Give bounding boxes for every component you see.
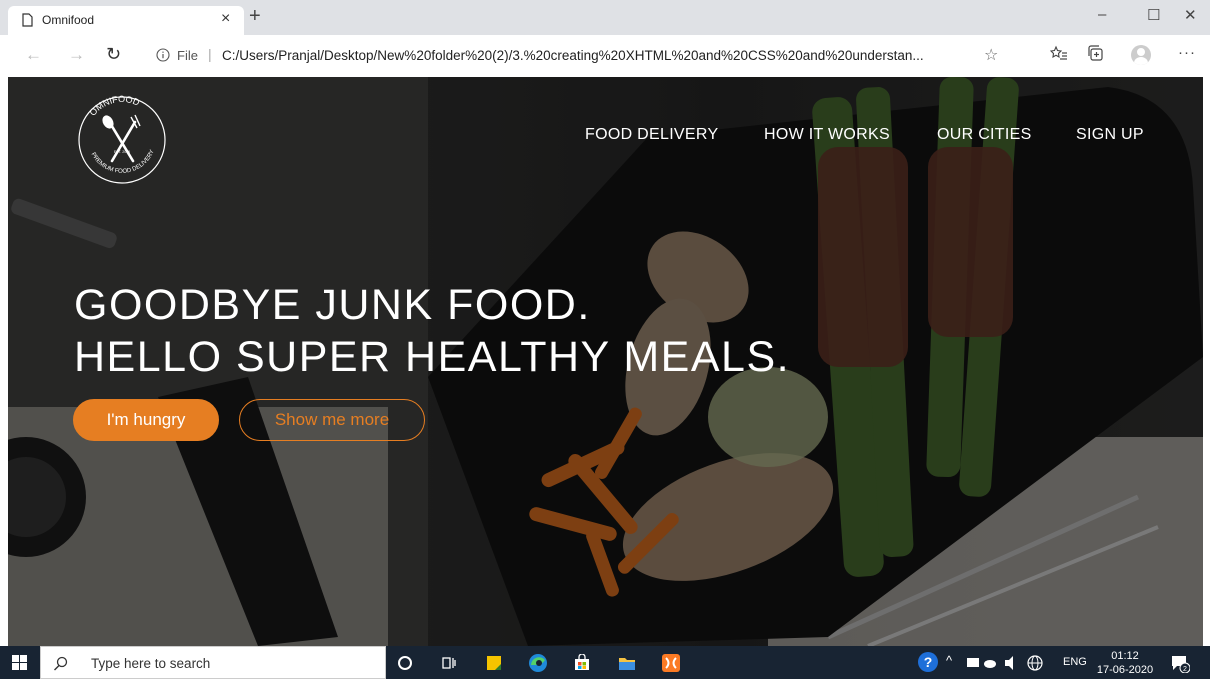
- info-icon[interactable]: [156, 48, 170, 62]
- taskbar-clock[interactable]: 01:12 17-06-2020: [1094, 649, 1156, 677]
- windows-start-icon[interactable]: [12, 655, 27, 670]
- browser-toolbar: ← → ↻ File | C:/Users/Pranjal/Desktop/Ne…: [0, 35, 1210, 77]
- star-icon[interactable]: ☆: [984, 45, 998, 65]
- nav-link-how-it-works[interactable]: HOW IT WORKS: [764, 126, 890, 144]
- new-tab-button[interactable]: +: [249, 5, 261, 28]
- microsoft-store-icon[interactable]: [571, 652, 593, 674]
- help-icon[interactable]: ?: [918, 652, 938, 672]
- forward-arrow-icon[interactable]: →: [68, 45, 85, 65]
- taskbar-search-box[interactable]: Type here to search: [40, 646, 386, 679]
- address-bar[interactable]: File | C:/Users/Pranjal/Desktop/New%20fo…: [146, 42, 1014, 70]
- scheme-label: File: [177, 48, 198, 63]
- close-window-button[interactable]: ✕: [1184, 6, 1197, 24]
- windows-taskbar: Type here to search ? ^ ENG 01:12 17-06-…: [0, 646, 1210, 679]
- headline-line-2: HELLO SUPER HEALTHY MEALS.: [74, 333, 791, 381]
- tab-title: Omnifood: [42, 13, 95, 27]
- favorites-icon[interactable]: [1050, 44, 1068, 62]
- svg-text:2: 2: [1183, 666, 1187, 673]
- search-icon: [54, 656, 68, 671]
- edge-browser-icon[interactable]: [527, 652, 549, 674]
- search-placeholder: Type here to search: [91, 656, 211, 671]
- nav-link-food-delivery[interactable]: FOOD DELIVERY: [585, 126, 718, 144]
- profile-avatar-icon[interactable]: [1131, 45, 1151, 65]
- back-arrow-icon[interactable]: ←: [25, 45, 42, 65]
- maximize-button[interactable]: ☐: [1147, 6, 1160, 24]
- address-separator: |: [208, 46, 212, 62]
- clock-date: 17-06-2020: [1096, 664, 1154, 676]
- task-view-icon[interactable]: [438, 652, 460, 674]
- collections-icon[interactable]: [1087, 44, 1105, 62]
- language-indicator[interactable]: ENG: [1063, 656, 1087, 668]
- im-hungry-button[interactable]: I'm hungry: [73, 399, 219, 441]
- notifications-icon[interactable]: 2: [1170, 653, 1190, 673]
- refresh-icon[interactable]: ↻: [106, 44, 121, 65]
- system-tray-icons[interactable]: [965, 654, 1061, 672]
- main-navigation: FOOD DELIVERY HOW IT WORKS OUR CITIES SI…: [8, 126, 1203, 148]
- svg-text:EST. 2015: EST. 2015: [114, 150, 130, 154]
- browser-tab[interactable]: Omnifood ×: [8, 6, 244, 35]
- tab-strip: Omnifood × + – ☐ ✕: [0, 0, 1210, 35]
- nav-link-our-cities[interactable]: OUR CITIES: [937, 126, 1032, 144]
- url-text[interactable]: C:/Users/Pranjal/Desktop/New%20folder%20…: [222, 48, 982, 63]
- more-options-button[interactable]: ···: [1178, 44, 1196, 61]
- xampp-icon[interactable]: [660, 652, 682, 674]
- hero-headline: GOODBYE JUNK FOOD. HELLO SUPER HEALTHY M…: [74, 279, 790, 383]
- nav-link-sign-up[interactable]: SIGN UP: [1076, 126, 1144, 144]
- minimize-button[interactable]: –: [1098, 6, 1106, 23]
- network-icon: [984, 660, 996, 668]
- volume-icon: [1005, 656, 1013, 670]
- battery-icon: [967, 658, 979, 667]
- tab-close-button[interactable]: ×: [221, 10, 230, 28]
- sticky-notes-icon[interactable]: [483, 652, 505, 674]
- file-explorer-icon[interactable]: [616, 652, 638, 674]
- cortana-icon[interactable]: [394, 652, 416, 674]
- hero-section: OMNIFOOD PREMIUM FOOD DELIVERY EST. 2015…: [8, 77, 1203, 646]
- show-me-more-button[interactable]: Show me more: [239, 399, 425, 441]
- page-icon: [22, 13, 33, 27]
- show-hidden-icons-chevron[interactable]: ^: [946, 653, 952, 668]
- headline-line-1: GOODBYE JUNK FOOD.: [74, 281, 591, 329]
- clock-time: 01:12: [1111, 650, 1139, 662]
